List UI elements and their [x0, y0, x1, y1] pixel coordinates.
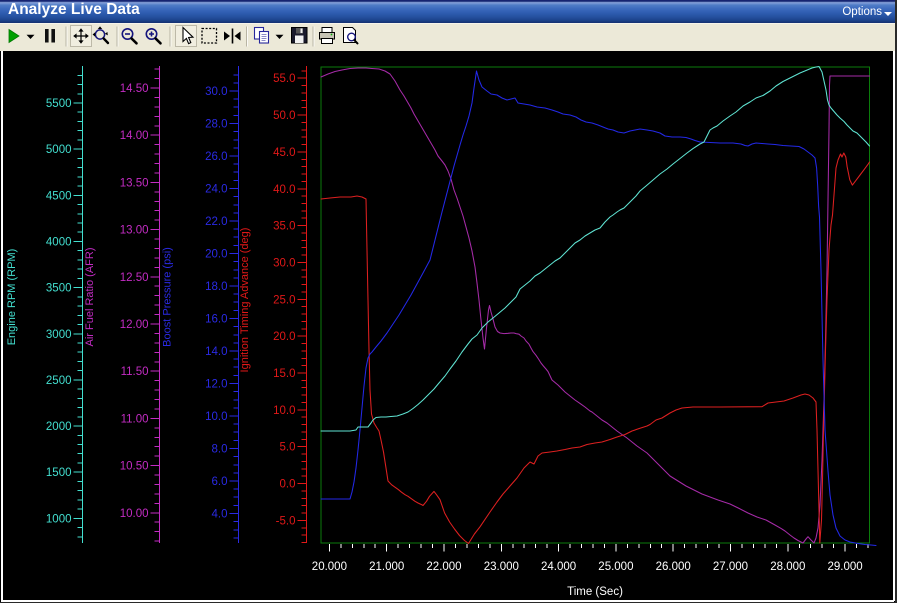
- svg-text:18.0: 18.0: [205, 281, 227, 293]
- svg-text:4000: 4000: [46, 236, 72, 248]
- svg-text:10.0: 10.0: [273, 405, 295, 417]
- svg-text:4500: 4500: [46, 190, 72, 202]
- svg-text:27.000: 27.000: [713, 561, 748, 573]
- svg-text:5500: 5500: [46, 98, 72, 110]
- svg-text:8.0: 8.0: [212, 444, 228, 456]
- svg-text:22.0: 22.0: [205, 216, 227, 228]
- svg-text:25.000: 25.000: [598, 561, 633, 573]
- svg-text:20.0: 20.0: [205, 249, 227, 261]
- svg-text:24.0: 24.0: [205, 184, 227, 196]
- svg-text:26.0: 26.0: [205, 151, 227, 163]
- svg-text:12.0: 12.0: [205, 379, 227, 391]
- svg-text:20.0: 20.0: [273, 331, 295, 343]
- svg-text:40.0: 40.0: [273, 184, 295, 196]
- svg-text:14.00: 14.00: [120, 130, 149, 142]
- svg-text:1000: 1000: [46, 513, 72, 525]
- svg-text:Engine RPM (RPM): Engine RPM (RPM): [6, 249, 18, 346]
- svg-text:12.00: 12.00: [120, 319, 149, 331]
- svg-text:6.0: 6.0: [212, 476, 228, 488]
- svg-text:55.0: 55.0: [273, 73, 295, 85]
- svg-text:10.00: 10.00: [120, 508, 149, 520]
- svg-text:22.000: 22.000: [426, 561, 461, 573]
- svg-text:4.0: 4.0: [212, 509, 228, 521]
- svg-text:45.0: 45.0: [273, 147, 295, 159]
- svg-text:3000: 3000: [46, 329, 72, 341]
- svg-text:15.0: 15.0: [273, 368, 295, 380]
- svg-text:Boost Pressure (psi): Boost Pressure (psi): [162, 247, 174, 347]
- svg-text:10.50: 10.50: [120, 461, 149, 473]
- svg-text:28.0: 28.0: [205, 119, 227, 131]
- svg-text:11.50: 11.50: [121, 366, 149, 378]
- svg-text:23.000: 23.000: [484, 561, 519, 573]
- svg-text:20.000: 20.000: [312, 561, 347, 573]
- svg-text:2000: 2000: [46, 421, 72, 433]
- svg-text:5000: 5000: [46, 144, 72, 156]
- svg-text:28.000: 28.000: [770, 561, 805, 573]
- svg-text:24.000: 24.000: [541, 561, 576, 573]
- svg-text:26.000: 26.000: [656, 561, 691, 573]
- svg-text:11.00: 11.00: [121, 413, 149, 425]
- svg-text:29.000: 29.000: [828, 561, 863, 573]
- svg-text:16.0: 16.0: [205, 314, 227, 326]
- svg-text:13.50: 13.50: [120, 177, 149, 189]
- svg-text:25.0: 25.0: [273, 294, 295, 306]
- svg-text:Air Fuel Ratio (AFR): Air Fuel Ratio (AFR): [84, 247, 96, 346]
- svg-text:5.0: 5.0: [280, 442, 296, 454]
- svg-text:Ignition Timing Advance (deg): Ignition Timing Advance (deg): [239, 228, 251, 373]
- svg-text:30.0: 30.0: [205, 86, 227, 98]
- svg-text:50.0: 50.0: [273, 110, 295, 122]
- svg-text:1500: 1500: [46, 467, 72, 479]
- svg-text:35.0: 35.0: [273, 221, 295, 233]
- svg-text:Time (Sec): Time (Sec): [567, 586, 623, 598]
- svg-text:10.0: 10.0: [205, 411, 227, 423]
- svg-text:3500: 3500: [46, 283, 72, 295]
- svg-text:30.0: 30.0: [273, 257, 295, 269]
- svg-text:2500: 2500: [46, 375, 72, 387]
- svg-text:14.50: 14.50: [120, 83, 149, 95]
- svg-text:14.0: 14.0: [205, 346, 227, 358]
- svg-text:-5.0: -5.0: [276, 515, 296, 527]
- svg-text:12.50: 12.50: [120, 272, 149, 284]
- svg-text:0.0: 0.0: [280, 479, 296, 491]
- svg-text:13.00: 13.00: [120, 225, 149, 237]
- svg-text:21.000: 21.000: [369, 561, 404, 573]
